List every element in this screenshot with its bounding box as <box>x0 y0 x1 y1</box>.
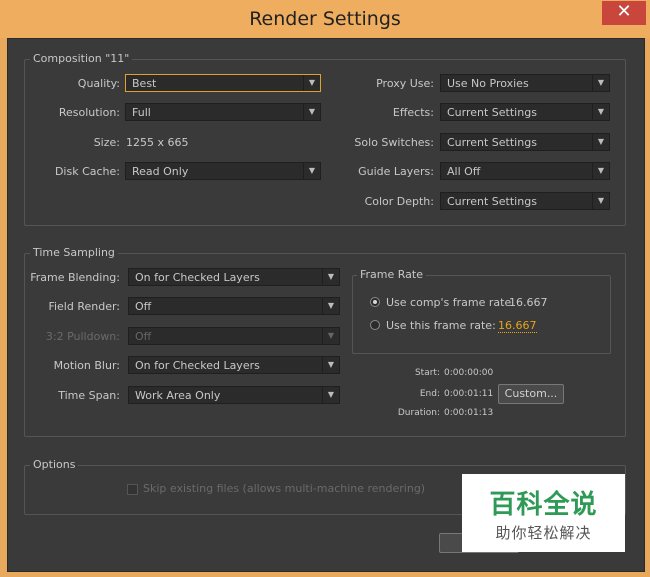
start-label: Start: <box>414 368 440 378</box>
disk-cache-value: Read Only <box>132 165 189 178</box>
disk-cache-dropdown[interactable]: Read Only ▼ <box>125 162 321 180</box>
chevron-down-icon: ▼ <box>303 163 320 179</box>
frame-rate-group-label: Frame Rate <box>357 268 426 281</box>
motion-blur-label: Motion Blur: <box>53 359 120 372</box>
field-render-value: Off <box>135 300 152 313</box>
proxy-use-value: Use No Proxies <box>447 77 529 90</box>
quality-value: Best <box>132 77 157 90</box>
close-button[interactable]: ✕ <box>602 1 646 25</box>
solo-switches-value: Current Settings <box>447 136 537 149</box>
resolution-label: Resolution: <box>58 106 120 119</box>
options-group-label: Options <box>30 458 79 471</box>
proxy-use-label: Proxy Use: <box>376 77 434 90</box>
solo-switches-dropdown[interactable]: Current Settings ▼ <box>440 133 610 151</box>
disk-cache-label: Disk Cache: <box>54 165 120 178</box>
start-value: 0:00:00:00 <box>444 368 494 378</box>
pulldown-label: 3:2 Pulldown: <box>45 330 120 343</box>
motion-blur-dropdown[interactable]: On for Checked Layers ▼ <box>128 356 340 374</box>
chevron-down-icon: ▼ <box>322 298 339 314</box>
skip-existing-checkbox <box>127 484 138 495</box>
field-render-dropdown[interactable]: Off ▼ <box>128 297 340 315</box>
effects-dropdown[interactable]: Current Settings ▼ <box>440 103 610 121</box>
proxy-use-dropdown[interactable]: Use No Proxies ▼ <box>440 74 610 92</box>
time-span-value: Work Area Only <box>135 389 221 402</box>
pulldown-dropdown: Off ▼ <box>128 327 340 345</box>
frame-blending-value: On for Checked Layers <box>135 271 260 284</box>
chevron-down-icon: ▼ <box>303 75 320 91</box>
chevron-down-icon: ▼ <box>322 387 339 403</box>
chevron-down-icon: ▼ <box>322 328 339 344</box>
field-render-label: Field Render: <box>48 300 120 313</box>
frame-rate-input[interactable]: 16.667 <box>498 319 537 333</box>
size-label: Size: <box>93 136 120 149</box>
watermark-title: 百科全说 <box>489 490 598 520</box>
resolution-value: Full <box>132 106 151 119</box>
resolution-dropdown[interactable]: Full ▼ <box>125 103 321 121</box>
frame-blending-dropdown[interactable]: On for Checked Layers ▼ <box>128 268 340 286</box>
chevron-down-icon: ▼ <box>592 193 609 209</box>
color-depth-dropdown[interactable]: Current Settings ▼ <box>440 192 610 210</box>
guide-layers-label: Guide Layers: <box>358 165 434 178</box>
color-depth-label: Color Depth: <box>364 195 434 208</box>
duration-label: Duration: <box>397 408 440 418</box>
quality-label: Quality: <box>77 77 120 90</box>
window-title: Render Settings <box>249 8 401 30</box>
skip-existing-label: Skip existing files (allows multi-machin… <box>143 482 426 495</box>
size-value: 1255 x 665 <box>126 136 189 149</box>
use-this-frame-rate-radio[interactable] <box>370 320 380 330</box>
use-this-frame-rate-label[interactable]: Use this frame rate: <box>386 319 496 332</box>
chevron-down-icon: ▼ <box>592 75 609 91</box>
motion-blur-value: On for Checked Layers <box>135 359 260 372</box>
end-label: End: <box>419 389 440 399</box>
duration-value: 0:00:01:13 <box>444 408 494 418</box>
frame-rate-group <box>352 275 611 354</box>
pulldown-value: Off <box>135 330 152 343</box>
chevron-down-icon: ▼ <box>322 269 339 285</box>
guide-layers-dropdown[interactable]: All Off ▼ <box>440 162 610 180</box>
time-sampling-group-label: Time Sampling <box>30 246 118 259</box>
comp-frame-rate-value: 16.667 <box>509 296 548 309</box>
end-value: 0:00:01:11 <box>444 389 494 399</box>
composition-group-label: Composition "11" <box>30 52 133 65</box>
use-comp-frame-rate-radio[interactable] <box>370 297 380 307</box>
effects-value: Current Settings <box>447 106 537 119</box>
chevron-down-icon: ▼ <box>592 134 609 150</box>
effects-label: Effects: <box>392 106 434 119</box>
guide-layers-value: All Off <box>447 165 481 178</box>
chevron-down-icon: ▼ <box>303 104 320 120</box>
quality-dropdown[interactable]: Best ▼ <box>125 74 321 92</box>
chevron-down-icon: ▼ <box>592 163 609 179</box>
frame-blending-label: Frame Blending: <box>30 271 120 284</box>
chevron-down-icon: ▼ <box>592 104 609 120</box>
time-span-dropdown[interactable]: Work Area Only ▼ <box>128 386 340 404</box>
color-depth-value: Current Settings <box>447 195 537 208</box>
chevron-down-icon: ▼ <box>322 357 339 373</box>
watermark-subtitle: 助你轻松解决 <box>495 524 592 542</box>
use-comp-frame-rate-label[interactable]: Use comp's frame rate <box>386 296 511 309</box>
solo-switches-label: Solo Switches: <box>354 136 434 149</box>
time-span-label: Time Span: <box>58 389 120 402</box>
custom-button[interactable]: Custom... <box>498 384 564 404</box>
